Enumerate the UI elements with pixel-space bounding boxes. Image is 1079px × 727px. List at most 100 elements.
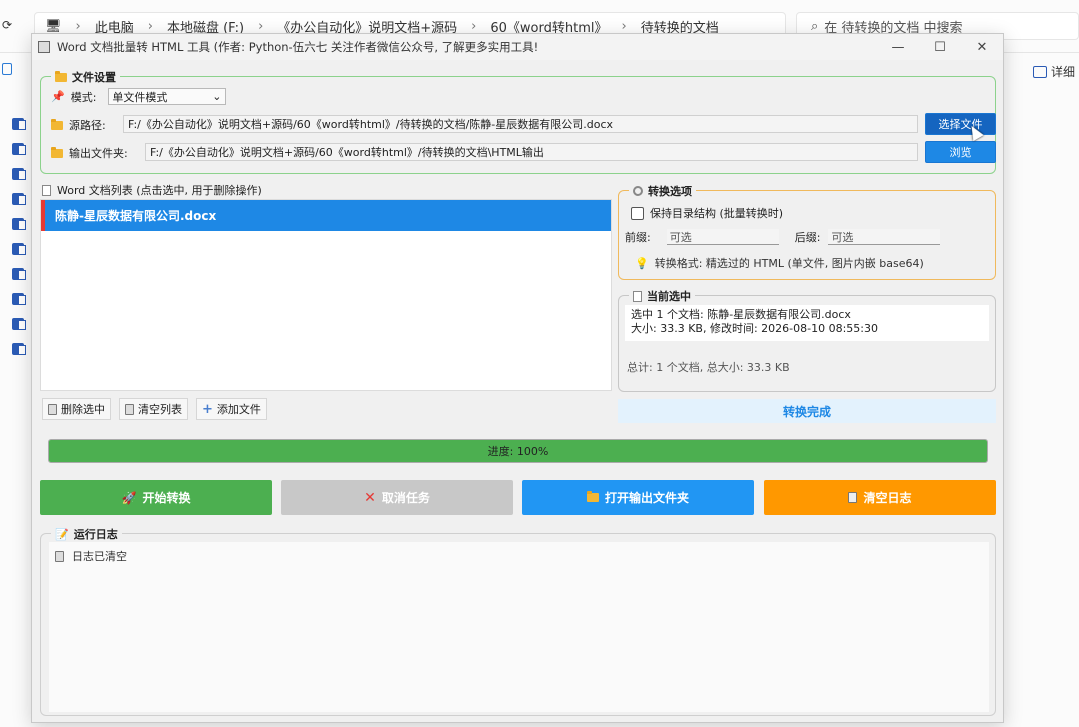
- doc-list[interactable]: 陈静-星辰数据有限公司.docx: [40, 199, 612, 391]
- folder-icon: [55, 70, 67, 82]
- format-tip-text: 转换格式: 精选过的 HTML (单文件, 图片内嵌 base64): [654, 257, 924, 270]
- mode-row: 📌 模式: 单文件模式 ⌄: [51, 88, 227, 105]
- browse-button[interactable]: 浏览: [925, 141, 996, 163]
- output-label: 输出文件夹:: [69, 147, 128, 160]
- gear-icon: [633, 186, 643, 196]
- convert-options-title: 转换选项: [629, 183, 696, 199]
- keep-structure-label: 保持目录结构 (批量转换时): [650, 207, 784, 220]
- maximize-button[interactable]: ☐: [919, 40, 961, 55]
- doc-list-label-row: Word 文档列表 (点击选中, 用于删除操作): [42, 182, 262, 198]
- start-convert-button[interactable]: 🚀 开始转换: [40, 480, 272, 515]
- checkbox-box[interactable]: [631, 206, 644, 220]
- lightbulb-icon: 💡: [635, 256, 649, 270]
- clear-list-button[interactable]: 清空列表: [119, 398, 188, 420]
- add-file-button[interactable]: + 添加文件: [196, 398, 267, 420]
- clear-list-label: 清空列表: [138, 403, 182, 416]
- format-tip: 💡 转换格式: 精选过的 HTML (单文件, 图片内嵌 base64): [635, 255, 924, 271]
- prefix-input[interactable]: 可选: [666, 229, 779, 245]
- prefix-label: 前缀:: [625, 231, 651, 244]
- cancel-task-label: 取消任务: [381, 491, 430, 505]
- file-settings-title: 文件设置: [51, 69, 120, 85]
- delete-selected-label: 删除选中: [61, 403, 105, 416]
- log-line: 日志已清空: [55, 548, 983, 564]
- keep-structure-checkbox[interactable]: 保持目录结构 (批量转换时): [631, 205, 783, 221]
- trash-icon: [48, 403, 57, 415]
- word-file-icon[interactable]: [12, 268, 26, 280]
- convert-options-title-text: 转换选项: [648, 185, 692, 198]
- log-textarea[interactable]: 日志已清空: [49, 542, 989, 712]
- copy-icon[interactable]: [2, 63, 12, 75]
- clear-log-label: 清空日志: [863, 491, 912, 505]
- mode-select-value: 单文件模式: [112, 90, 168, 104]
- open-output-folder-button[interactable]: 打开输出文件夹: [522, 480, 754, 515]
- app-icon: [38, 41, 50, 53]
- word-file-icon[interactable]: [12, 143, 26, 155]
- word-file-icon[interactable]: [12, 118, 26, 130]
- search-icon: ⌕: [811, 18, 819, 34]
- status-banner: 转换完成: [618, 399, 996, 423]
- progress-bar: 进度: 100%: [48, 439, 988, 463]
- selection-line-file: 选中 1 个文档: 陈静-星辰数据有限公司.docx: [631, 308, 851, 321]
- source-label: 源路径:: [69, 119, 106, 132]
- trash-icon: [125, 403, 134, 415]
- word-file-icon[interactable]: [12, 193, 26, 205]
- suffix-label: 后缀:: [794, 231, 821, 244]
- cancel-task-button[interactable]: ✕ 取消任务: [281, 480, 513, 515]
- window-title: Word 文档批量转 HTML 工具 (作者: Python-伍六七 关注作者微…: [57, 40, 539, 54]
- log-title-text: 运行日志: [73, 528, 118, 541]
- computer-icon: 🖥: [45, 18, 62, 34]
- current-selection-title: 当前选中: [629, 288, 695, 304]
- selection-info: 选中 1 个文档: 陈静-星辰数据有限公司.docx 大小: 33.3 KB, …: [625, 305, 989, 341]
- explorer-file-icons: [12, 118, 26, 368]
- log-title: 📝 运行日志: [51, 526, 122, 542]
- suffix-input[interactable]: 可选: [828, 229, 941, 245]
- app-window: Word 文档批量转 HTML 工具 (作者: Python-伍六七 关注作者微…: [31, 33, 1004, 723]
- mode-label: 模式:: [70, 90, 97, 104]
- details-view-button[interactable]: 详细: [1033, 63, 1075, 80]
- start-convert-label: 开始转换: [142, 491, 191, 505]
- log-group: 📝 运行日志 日志已清空: [40, 526, 996, 716]
- minimize-button[interactable]: —: [877, 40, 919, 55]
- folder-icon: [51, 118, 63, 130]
- title-bar[interactable]: Word 文档批量转 HTML 工具 (作者: Python-伍六七 关注作者微…: [32, 34, 1003, 60]
- breadcrumb-separator-icon: ›: [258, 18, 264, 34]
- rocket-icon: 🚀: [121, 490, 137, 505]
- add-file-label: 添加文件: [216, 403, 261, 416]
- chevron-down-icon: ⌄: [212, 90, 222, 103]
- word-file-icon[interactable]: [12, 343, 26, 355]
- source-row: 源路径:: [51, 117, 106, 133]
- current-selection-group: 当前选中 选中 1 个文档: 陈静-星辰数据有限公司.docx 大小: 33.3…: [618, 288, 996, 392]
- breadcrumb-separator-icon: ›: [147, 18, 153, 34]
- folder-icon: [586, 491, 599, 502]
- close-button[interactable]: ✕: [961, 40, 1003, 55]
- select-file-button[interactable]: 选择文件: [925, 113, 996, 135]
- current-selection-title-text: 当前选中: [647, 290, 691, 303]
- word-file-icon[interactable]: [12, 293, 26, 305]
- list-item[interactable]: 陈静-星辰数据有限公司.docx: [41, 200, 611, 231]
- breadcrumb-separator-icon: ›: [621, 18, 627, 34]
- details-view-icon: [1033, 65, 1047, 78]
- memo-icon: 📝: [55, 527, 69, 541]
- output-path-input[interactable]: F:/《办公自动化》说明文档+源码/60《word转html》/待转换的文档\H…: [145, 143, 918, 161]
- word-file-icon[interactable]: [12, 318, 26, 330]
- file-settings-title-text: 文件设置: [72, 71, 116, 84]
- selection-total: 总计: 1 个文档, 总大小: 33.3 KB: [627, 361, 790, 374]
- selection-line-meta: 大小: 33.3 KB, 修改时间: 2026-08-10 08:55:30: [631, 322, 878, 335]
- doc-list-label: Word 文档列表 (点击选中, 用于删除操作): [57, 184, 262, 197]
- clear-log-button[interactable]: 清空日志: [764, 480, 996, 515]
- pin-icon: 📌: [51, 90, 65, 103]
- source-path-input[interactable]: F:/《办公自动化》说明文档+源码/60《word转html》/待转换的文档/陈…: [123, 115, 918, 133]
- window-controls: — ☐ ✕: [877, 40, 1003, 55]
- word-file-icon[interactable]: [12, 218, 26, 230]
- word-file-icon[interactable]: [12, 168, 26, 180]
- refresh-icon[interactable]: ⟳: [2, 18, 12, 32]
- word-file-icon[interactable]: [12, 243, 26, 255]
- document-icon: [42, 184, 51, 196]
- mode-select[interactable]: 单文件模式 ⌄: [108, 88, 227, 105]
- document-icon: [633, 290, 642, 302]
- log-line-text: 日志已清空: [72, 550, 127, 563]
- progress-text: 进度: 100%: [487, 445, 549, 458]
- cross-icon: ✕: [364, 489, 376, 506]
- folder-icon: [51, 146, 63, 158]
- delete-selected-button[interactable]: 删除选中: [42, 398, 111, 420]
